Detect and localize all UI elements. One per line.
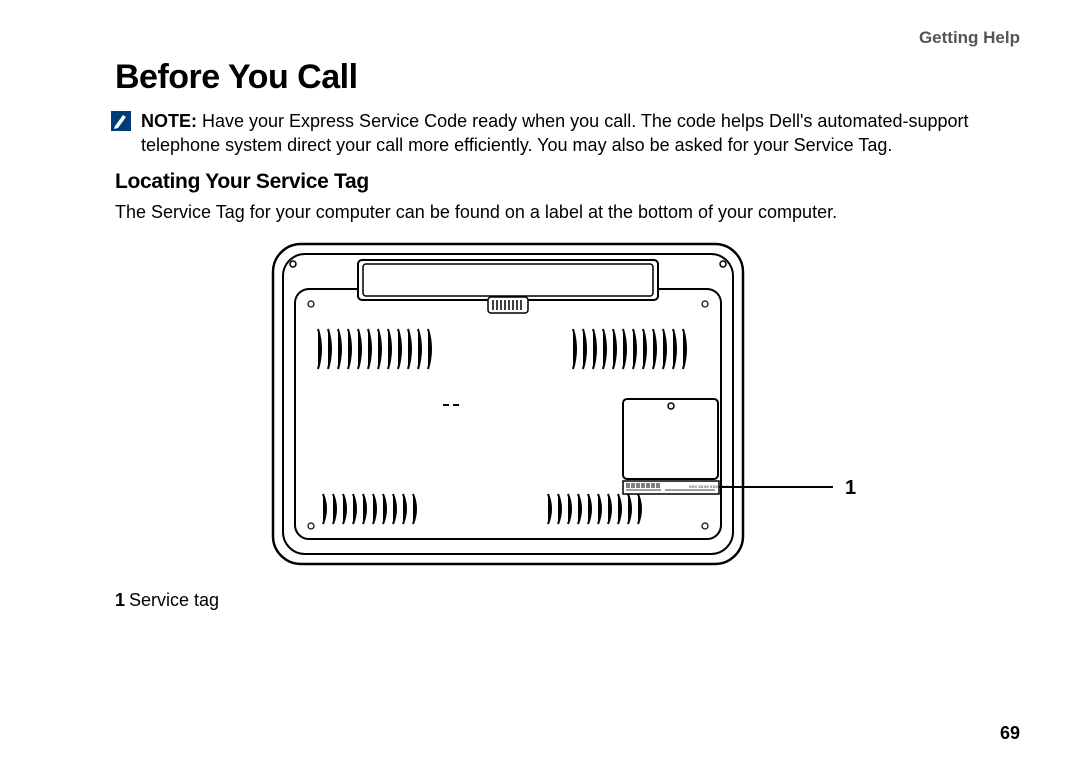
note-block: NOTE: Have your Express Service Code rea… — [111, 109, 1020, 158]
figure-laptop-bottom: XXX XXXX XXX XXXX 1 — [115, 234, 1020, 584]
legend-label: Service tag — [129, 590, 219, 610]
page-number: 69 — [1000, 723, 1020, 744]
section-header: Getting Help — [115, 28, 1020, 48]
note-label: NOTE: — [141, 111, 197, 131]
figure-legend: 1Service tag — [115, 590, 1020, 611]
legend-number: 1 — [115, 590, 125, 610]
note-body: Have your Express Service Code ready whe… — [141, 111, 969, 155]
note-text: NOTE: Have your Express Service Code rea… — [141, 109, 1020, 158]
document-page: Getting Help Before You Call NOTE: Have … — [0, 0, 1080, 611]
body-text: The Service Tag for your computer can be… — [115, 200, 1020, 224]
figure-callout-1: 1 — [845, 477, 856, 499]
subheading: Locating Your Service Tag — [115, 170, 1020, 194]
note-icon — [111, 111, 131, 131]
page-title: Before You Call — [115, 58, 1020, 97]
